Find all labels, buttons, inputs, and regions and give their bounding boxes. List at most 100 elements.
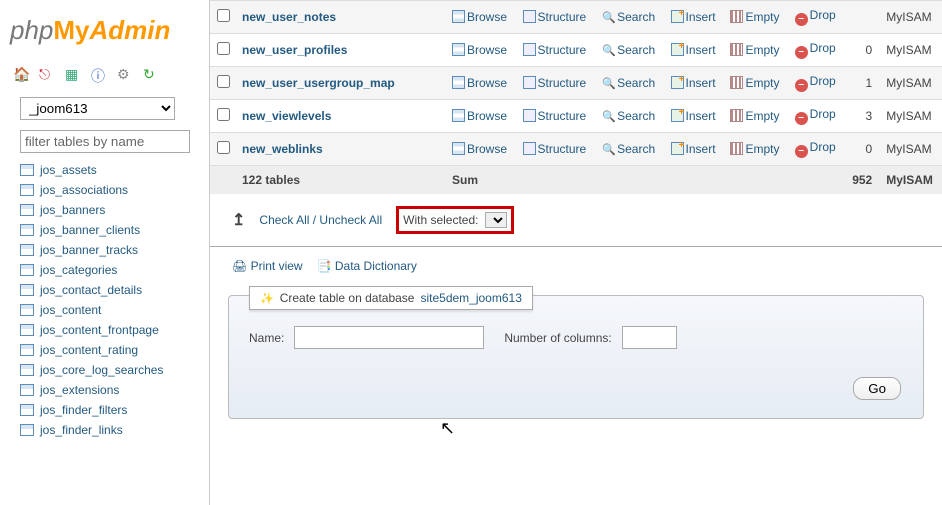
insert-icon [671,109,684,122]
insert-link[interactable]: Insert [671,43,716,57]
drop-link[interactable]: Drop [795,8,836,22]
table-name-input[interactable] [294,326,484,349]
sidebar-table-link[interactable]: jos_banner_tracks [20,240,204,260]
database-select[interactable]: _joom613 [20,97,175,120]
search-link[interactable]: Search [602,76,655,90]
empty-link[interactable]: Empty [730,76,779,90]
settings-icon[interactable]: ⚙ [117,66,133,82]
drop-link[interactable]: Drop [795,74,836,88]
structure-link[interactable]: Structure [523,43,587,57]
sidebar-table-link[interactable]: jos_contact_details [20,280,204,300]
table-row: new_weblinks Browse Structure Search Insert E… [210,133,942,166]
insert-link[interactable]: Insert [671,10,716,24]
docs-icon[interactable]: ⓘ [91,66,107,82]
with-selected-dropdown[interactable] [485,212,507,228]
data-dictionary-link[interactable]: 📑 Data Dictionary [317,259,417,273]
drop-link[interactable]: Drop [795,41,836,55]
utility-links: 🖨 Print view 📑 Data Dictionary [210,247,942,285]
table-name[interactable]: new_user_usergroup_map [242,76,395,90]
sidebar-table-link[interactable]: jos_content_rating [20,340,204,360]
row-checkbox[interactable] [217,75,230,88]
search-link[interactable]: Search [602,10,655,24]
sidebar-table-name: jos_categories [40,263,117,277]
row-checkbox[interactable] [217,9,230,22]
search-link[interactable]: Search [602,109,655,123]
print-view-link[interactable]: 🖨 Print view [232,259,303,273]
insert-link[interactable]: Insert [671,76,716,90]
go-button[interactable]: Go [853,377,901,400]
sidebar-table-link[interactable]: jos_categories [20,260,204,280]
browse-link[interactable]: Browse [452,109,507,123]
with-selected-box: With selected: [396,206,513,234]
check-all-link[interactable]: Check All / Uncheck All [259,213,382,227]
structure-link[interactable]: Structure [523,142,587,156]
table-row: new_viewlevels Browse Structure Search Inser… [210,100,942,133]
insert-link[interactable]: Insert [671,142,716,156]
structure-icon [523,142,536,155]
table-name[interactable]: new_viewlevels [242,109,331,123]
structure-icon [523,43,536,56]
sidebar-table-name: jos_content_frontpage [40,323,159,337]
table-icon [20,284,34,296]
browse-icon [452,76,465,89]
create-db-name: site5dem_joom613 [420,291,521,305]
structure-icon [523,109,536,122]
sidebar-table-name: jos_banner_tracks [40,243,138,257]
empty-link[interactable]: Empty [730,142,779,156]
insert-icon [671,10,684,23]
structure-link[interactable]: Structure [523,109,587,123]
table-name[interactable]: new_user_notes [242,10,336,24]
search-link[interactable]: Search [602,142,655,156]
empty-link[interactable]: Empty [730,43,779,57]
drop-link[interactable]: Drop [795,140,836,154]
insert-link[interactable]: Insert [671,109,716,123]
logo-admin: Admin [90,15,171,45]
sidebar-table-link[interactable]: jos_core_log_searches [20,360,204,380]
browse-link[interactable]: Browse [452,43,507,57]
empty-link[interactable]: Empty [730,109,779,123]
sidebar-table-link[interactable]: jos_extensions [20,380,204,400]
logout-icon[interactable]: ⎋ [39,66,55,82]
drop-link[interactable]: Drop [795,107,836,121]
sidebar-table-name: jos_assets [40,163,97,177]
structure-link[interactable]: Structure [523,10,587,24]
name-label: Name: [249,331,284,345]
search-link[interactable]: Search [602,43,655,57]
row-checkbox[interactable] [217,141,230,154]
browse-icon [452,109,465,122]
sidebar-table-link[interactable]: jos_finder_links [20,420,204,440]
tables-grid: new_user_notes Browse Structure Search Inser… [210,0,942,194]
table-name[interactable]: new_user_profiles [242,43,347,57]
cursor-icon: ↖ [440,418,455,439]
sidebar-table-name: jos_extensions [40,383,119,397]
logo-php: php [10,15,53,45]
browse-link[interactable]: Browse [452,10,507,24]
filter-tables-input[interactable] [20,130,190,153]
columns-count-input[interactable] [622,326,677,349]
home-icon[interactable]: 🏠 [13,66,29,82]
row-checkbox[interactable] [217,42,230,55]
table-name[interactable]: new_weblinks [242,142,323,156]
table-icon [20,404,34,416]
sidebar-table-link[interactable]: jos_finder_filters [20,400,204,420]
sidebar-table-link[interactable]: jos_banner_clients [20,220,204,240]
browse-link[interactable]: Browse [452,76,507,90]
sidebar-table-link[interactable]: jos_content [20,300,204,320]
reload-icon[interactable]: ↻ [143,66,159,82]
sum-engine: MyISAM [880,166,942,195]
row-checkbox[interactable] [217,108,230,121]
sidebar-table-link[interactable]: jos_banners [20,200,204,220]
empty-link[interactable]: Empty [730,10,779,24]
sidebar-table-link[interactable]: jos_assets [20,160,204,180]
structure-link[interactable]: Structure [523,76,587,90]
browse-link[interactable]: Browse [452,142,507,156]
sidebar-table-link[interactable]: jos_content_frontpage [20,320,204,340]
empty-icon [730,76,743,89]
table-icon [20,224,34,236]
search-icon [602,45,615,58]
main: new_user_notes Browse Structure Search Inser… [210,0,942,505]
search-icon [602,111,615,124]
sidebar-table-link[interactable]: jos_associations [20,180,204,200]
sql-icon[interactable]: ▦ [65,66,81,82]
sidebar-table-name: jos_finder_links [40,423,123,437]
